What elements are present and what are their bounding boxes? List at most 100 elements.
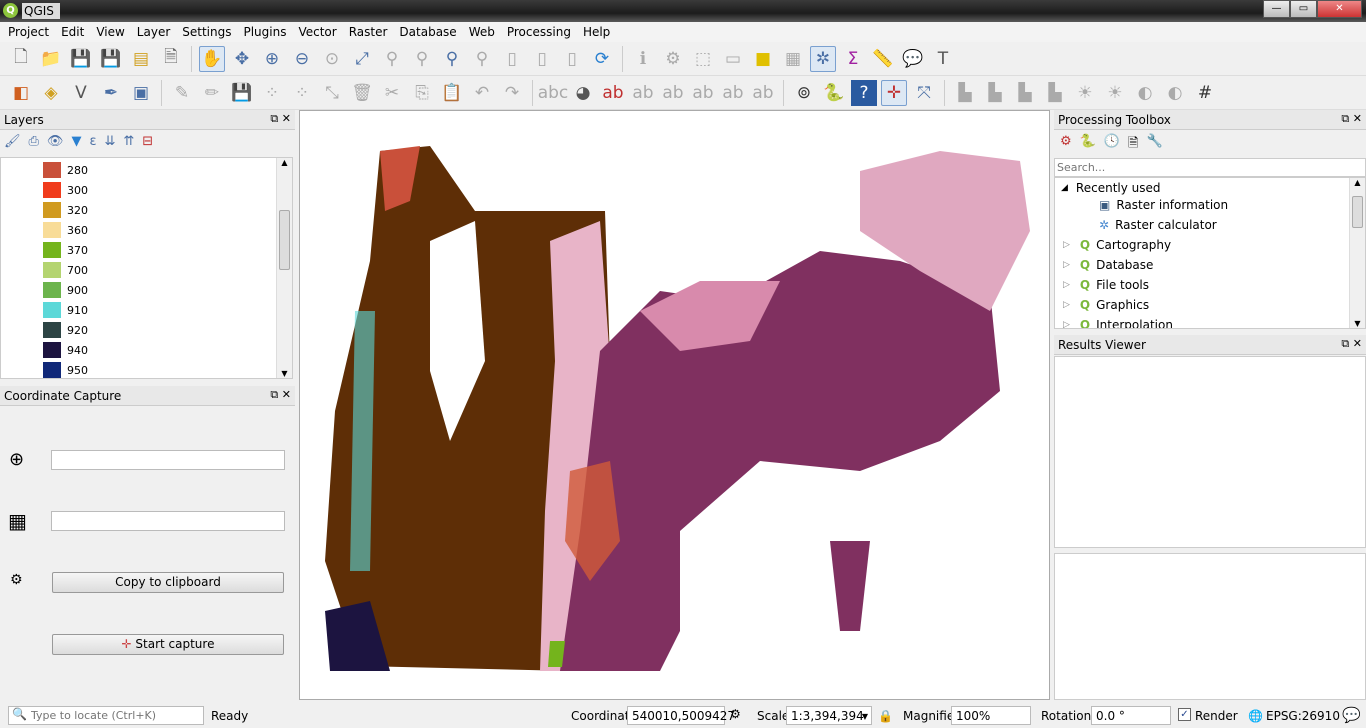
menu-plugins[interactable]: Plugins (237, 22, 292, 42)
visibility-icon[interactable]: 👁 (47, 134, 64, 149)
zoom-full-icon[interactable]: ⤢ (349, 46, 375, 72)
legend-item[interactable]: 280 (1, 160, 292, 180)
menu-processing[interactable]: Processing (501, 22, 577, 42)
new-map-view-icon[interactable]: ▯ (499, 46, 525, 72)
raster-map[interactable] (300, 111, 1051, 701)
delete-icon[interactable]: 🗑 (349, 80, 375, 106)
cut-icon[interactable]: ✂ (379, 80, 405, 106)
style-icon[interactable]: 🖌 (4, 134, 21, 149)
brightness-up-icon[interactable]: ☀ (1072, 80, 1098, 106)
legend-item[interactable]: 910 (1, 300, 292, 320)
panel-float-close-icon[interactable]: ⧉ ✕ (270, 388, 291, 402)
zoom-next-icon[interactable]: ⚲ (469, 46, 495, 72)
pin-labels-icon[interactable]: ab (600, 80, 626, 106)
open-project-icon[interactable]: 📁 (38, 46, 64, 72)
expand-all-icon[interactable]: ⇊ (104, 134, 115, 149)
highlight-labels-icon[interactable]: ab (630, 80, 656, 106)
menu-project[interactable]: Project (2, 22, 55, 42)
panel-float-close-icon[interactable]: ⧉ ✕ (270, 112, 291, 126)
processing-toolbox-icon[interactable]: ✲ (810, 45, 836, 72)
legend-item[interactable]: 370 (1, 240, 292, 260)
map-tips-icon[interactable]: 💬 (900, 46, 926, 72)
panel-float-close-icon[interactable]: ⧉ ✕ (1341, 112, 1362, 126)
paste-icon[interactable]: 📋 (439, 80, 465, 106)
results-icon[interactable]: 🗎 (1128, 134, 1138, 156)
menu-edit[interactable]: Edit (55, 22, 90, 42)
panel-float-close-icon[interactable]: ⧉ ✕ (1341, 337, 1362, 351)
legend-item[interactable]: 940 (1, 340, 292, 360)
contrast-down-icon[interactable]: ◐ (1162, 80, 1188, 106)
brightness-down-icon[interactable]: ☀ (1102, 80, 1128, 106)
copy-to-clipboard-button[interactable]: Copy to clipboard (52, 572, 284, 593)
models-icon[interactable]: ⚙ (1060, 134, 1072, 156)
identify-icon[interactable]: ℹ (630, 46, 656, 72)
tree-group-graphics[interactable]: ▷ Q Graphics (1063, 295, 1149, 315)
map-canvas[interactable] (299, 110, 1050, 700)
maximize-button[interactable]: ▭ (1290, 0, 1317, 18)
toggle-editing-icon[interactable]: ✏ (199, 80, 225, 106)
grid-icon[interactable]: # (1192, 80, 1218, 106)
save-project-icon[interactable]: 💾 (68, 46, 94, 72)
current-edits-icon[interactable]: ✎ (169, 80, 195, 106)
render-checkbox[interactable]: ✓ (1178, 708, 1191, 721)
menu-view[interactable]: View (90, 22, 130, 42)
contrast-up-icon[interactable]: ◐ (1132, 80, 1158, 106)
new-spatialite-icon[interactable]: ✒ (98, 80, 124, 106)
add-group-icon[interactable]: ⎙ (29, 134, 39, 149)
tree-group-database[interactable]: ▷ Q Database (1063, 255, 1153, 275)
close-button[interactable]: ✕ (1317, 0, 1362, 18)
menu-layer[interactable]: Layer (131, 22, 176, 42)
layout-manager-icon[interactable]: 🗎 (158, 46, 184, 72)
georeferencer-icon[interactable]: ⤧ (911, 80, 937, 106)
legend-scrollbar[interactable]: ▲ ▼ (276, 158, 292, 378)
legend-item[interactable]: 700 (1, 260, 292, 280)
zoom-layer-icon[interactable]: ⚲ (409, 46, 435, 72)
locator-input[interactable] (8, 706, 204, 725)
add-feature-icon[interactable]: ⁘ (259, 80, 285, 106)
magnifier-spinbox[interactable]: 100% (951, 706, 1031, 725)
rotation-spinbox[interactable]: 0.0 ° (1091, 706, 1171, 725)
filter-icon[interactable]: ▼ (71, 134, 81, 149)
statistics-icon[interactable]: Σ (840, 46, 866, 72)
processing-scrollbar[interactable]: ▲ ▼ (1349, 178, 1365, 328)
coordinate-capture-icon[interactable]: ✛ (881, 79, 907, 106)
pan-to-selection-icon[interactable]: ✥ (229, 46, 255, 72)
select-by-value-icon[interactable]: ▭ (720, 46, 746, 72)
zoom-out-icon[interactable]: ⊖ (289, 46, 315, 72)
options-icon[interactable]: 🔧 (1146, 134, 1162, 156)
save-as-icon[interactable]: 💾 (98, 46, 124, 72)
menu-vector[interactable]: Vector (292, 22, 342, 42)
select-features-icon[interactable]: ⬚ (690, 46, 716, 72)
move-label-icon[interactable]: ab (690, 80, 716, 106)
coord-field-1[interactable] (51, 450, 285, 470)
menu-web[interactable]: Web (463, 22, 501, 42)
new-virtual-layer-icon[interactable]: ▣ (128, 80, 154, 106)
minimize-button[interactable]: — (1263, 0, 1290, 18)
new-project-icon[interactable]: 🗋 (8, 46, 34, 72)
measure-icon[interactable]: 📏 (870, 46, 896, 72)
attribute-table-icon[interactable]: ▦ (780, 46, 806, 72)
scripts-icon[interactable]: 🐍 (1080, 134, 1096, 156)
menu-settings[interactable]: Settings (176, 22, 237, 42)
expression-filter-icon[interactable]: ε (89, 134, 96, 149)
raster-stretch2-icon[interactable]: ▙ (1012, 80, 1038, 106)
tree-group-file-tools[interactable]: ▷ Q File tools (1063, 275, 1149, 295)
pan-icon[interactable]: ✋ (199, 45, 225, 72)
tree-item-raster-information[interactable]: ▣ Raster information (1099, 195, 1228, 215)
plugin-binoculars-icon[interactable]: ⊚ (791, 80, 817, 106)
menu-raster[interactable]: Raster (343, 22, 394, 42)
coord-field-2[interactable] (51, 511, 285, 531)
data-source-manager-icon[interactable]: ◧ (8, 80, 34, 106)
raster-stretch3-icon[interactable]: ▙ (1042, 80, 1068, 106)
zoom-native-icon[interactable]: ⊙ (319, 46, 345, 72)
new-print-layout-icon[interactable]: ▤ (128, 46, 154, 72)
legend-item[interactable]: 320 (1, 200, 292, 220)
change-label-icon[interactable]: ab (750, 80, 776, 106)
scale-combo[interactable]: 1:3,394,394 ▼ (786, 706, 872, 725)
tree-group-cartography[interactable]: ▷ Q Cartography (1063, 235, 1171, 255)
zoom-last-icon[interactable]: ⚲ (439, 46, 465, 72)
diagram-icon[interactable]: ◕ (570, 80, 596, 106)
messages-icon[interactable]: 💬 (1342, 706, 1361, 724)
legend-item[interactable]: 300 (1, 180, 292, 200)
legend-item[interactable]: 950 (1, 360, 292, 378)
